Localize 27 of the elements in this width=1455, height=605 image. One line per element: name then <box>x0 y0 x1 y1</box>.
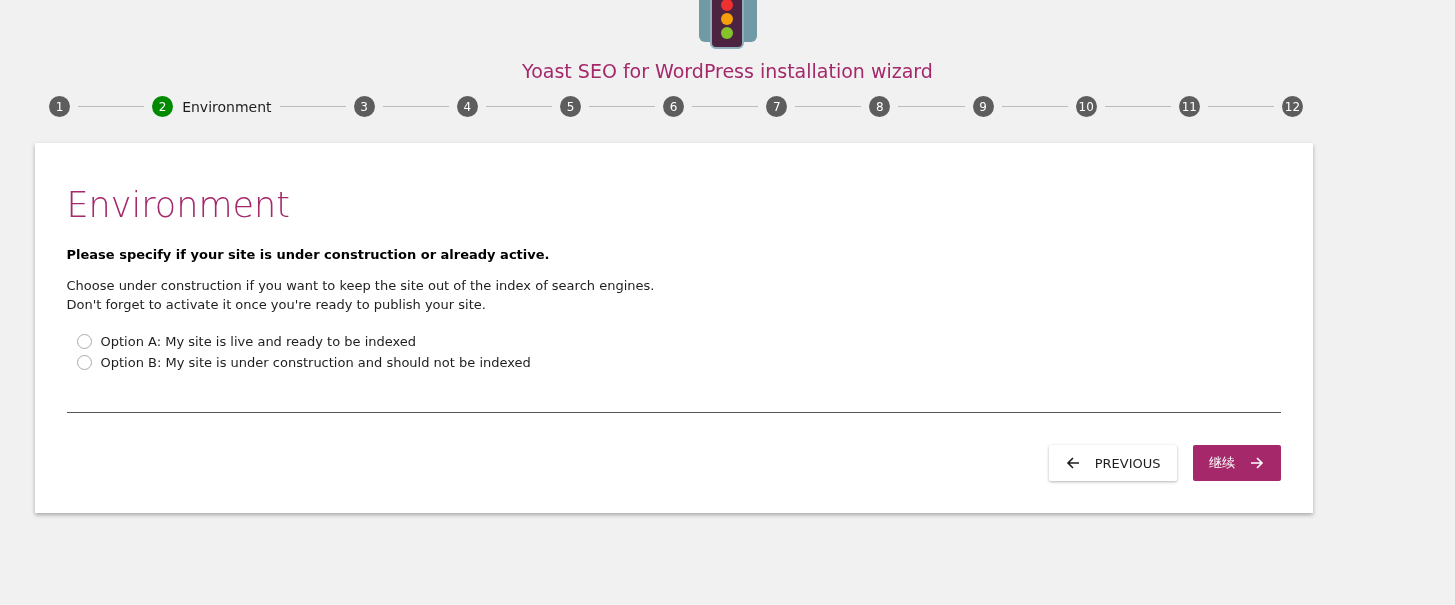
radio-button[interactable] <box>76 334 92 349</box>
question-text: Please specify if your site is under construction or already active. <box>66 247 551 262</box>
option-label: Option A: My site is live and ready to be indexed <box>100 334 417 349</box>
step-heading: Environment <box>66 185 291 225</box>
step-number[interactable]: 12 <box>1281 96 1303 117</box>
description-text: Don't forget to activate it once you're ready to publish your site. <box>66 296 487 314</box>
traffic-light-logo-icon <box>698 0 757 50</box>
step-number[interactable]: 7 <box>766 96 788 117</box>
step-number[interactable]: 11 <box>1178 96 1200 117</box>
wizard-title: Yoast SEO for WordPress installation wizard <box>522 60 933 82</box>
step-number[interactable]: 2 <box>152 96 174 117</box>
step-number[interactable]: 10 <box>1075 96 1097 117</box>
step-number[interactable]: 3 <box>353 96 375 117</box>
step-number[interactable]: 8 <box>869 96 891 117</box>
arrow-left-icon <box>1064 455 1081 471</box>
previous-button[interactable]: PREVIOUS <box>1048 445 1177 481</box>
continue-button[interactable]: 继续 <box>1192 445 1281 481</box>
step-number[interactable]: 6 <box>663 96 685 117</box>
radio-button[interactable] <box>76 355 92 370</box>
step-number[interactable]: 9 <box>972 96 994 117</box>
step-number[interactable]: 1 <box>49 96 70 117</box>
step-number[interactable]: 4 <box>456 96 478 117</box>
option-label: Option B: My site is under construction and should not be indexed <box>100 355 531 370</box>
description-text: Choose under construction if you want to keep the site out of the index of search engines. <box>66 277 656 295</box>
arrow-right-icon <box>1248 455 1265 471</box>
step-label: Environment <box>182 98 272 115</box>
step-number[interactable]: 5 <box>559 96 581 117</box>
